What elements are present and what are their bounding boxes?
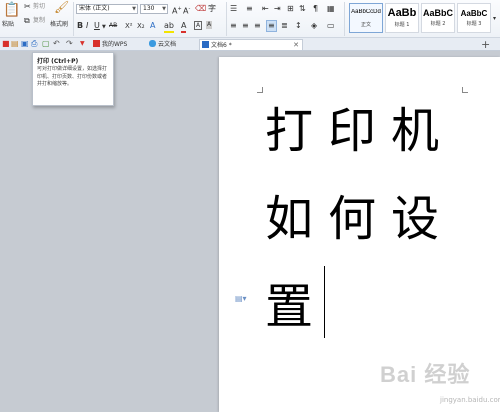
print-tooltip: 打印 (Ctrl+P) 可对打印做详细设置，如选择打印机、打印页数、打印份数或者… — [32, 52, 114, 106]
style-sample: AaBbCcDd — [351, 9, 381, 15]
style-sample: AaBb — [387, 7, 417, 19]
style-heading-3[interactable]: AaBbC 标题 3 — [457, 3, 491, 33]
justify-icon[interactable]: ≡ — [266, 20, 277, 32]
cloud-icon — [149, 40, 156, 47]
style-name: 正文 — [360, 22, 371, 28]
cut-button-label[interactable]: 剪切 — [33, 3, 45, 11]
style-gallery-more-icon[interactable]: ▾ — [493, 14, 496, 24]
chevron-down-icon[interactable]: ▼ — [102, 22, 106, 32]
font-size-value: 130 — [143, 5, 155, 12]
subscript-icon[interactable]: X₂ — [137, 21, 145, 31]
shading-icon[interactable]: ◈ — [311, 21, 317, 31]
chinese-layout-icon[interactable]: ⊞ — [287, 4, 294, 14]
ribbon-divider — [226, 2, 227, 36]
document-text-line[interactable]: 如何设 — [265, 193, 454, 245]
document-text-line[interactable]: 置 — [265, 281, 328, 333]
superscript-icon[interactable]: X² — [125, 21, 133, 31]
crop-mark — [257, 87, 263, 93]
style-normal[interactable]: AaBbCcDd 正文 — [349, 3, 383, 33]
tab-label: 云文档 — [158, 41, 177, 48]
tooltip-description: 可对打印做详细设置，如选择打印机、打印页数、打印份数或者并打和缩放等。 — [37, 66, 108, 87]
print-preview-icon[interactable]: ▢ — [42, 39, 50, 49]
bold-icon[interactable]: B — [77, 21, 83, 31]
tab-cloud-docs[interactable]: 云文档 — [147, 39, 199, 50]
distribute-icon[interactable]: ≣ — [281, 21, 288, 31]
tooltip-title: 打印 (Ctrl+P) — [37, 58, 79, 65]
align-left-icon[interactable]: ≡ — [230, 21, 237, 31]
align-center-icon[interactable]: ≡ — [242, 21, 249, 31]
close-icon[interactable]: ✕ — [293, 40, 299, 51]
increase-indent-icon[interactable]: ⇥ — [274, 4, 281, 14]
tab-label: 我的WPS — [102, 41, 128, 48]
font-size-select[interactable]: 130 ▼ — [140, 4, 168, 14]
ribbon-divider — [73, 2, 74, 36]
tab-my-wps[interactable]: 我的WPS — [91, 39, 147, 50]
undo-icon[interactable]: ↶ — [53, 39, 60, 49]
char-shading-icon[interactable]: A — [206, 21, 213, 29]
show-marks-icon[interactable]: ¶ — [313, 4, 318, 14]
align-right-icon[interactable]: ≡ — [254, 21, 261, 31]
border-icon[interactable]: ▭ — [327, 21, 335, 31]
print-icon[interactable]: ⎙ — [31, 39, 37, 49]
style-sample: AaBbC — [422, 8, 453, 18]
save-icon[interactable]: ▣ — [21, 39, 29, 49]
crop-mark — [462, 87, 468, 93]
style-name: 标题 1 — [394, 22, 410, 28]
document-text-line[interactable]: 打印机 — [265, 105, 454, 157]
style-heading-2[interactable]: AaBbC 标题 2 — [421, 3, 455, 33]
phonetic-icon[interactable]: 字 — [208, 4, 216, 14]
style-name: 标题 3 — [466, 21, 482, 27]
numbered-list-icon[interactable]: ≡ — [246, 4, 253, 14]
font-name-select[interactable]: 宋体 (正文) ▼ — [76, 4, 138, 14]
watermark-url: jingyan.baidu.com — [440, 396, 500, 404]
ribbon-divider — [344, 2, 345, 36]
writer-doc-icon — [202, 41, 209, 48]
table-icon[interactable]: ▦ — [327, 4, 335, 14]
format-painter-icon[interactable]: 🖌 — [54, 1, 69, 13]
baidu-watermark: Bai 经验 — [380, 362, 471, 387]
style-heading-1[interactable]: AaBb 标题 1 — [385, 3, 419, 33]
sort-icon[interactable]: ⇅ — [299, 4, 306, 14]
tab-bar: ■ ▤ ▣ ⎙ ▢ ↶ ↷ ▼ 我的WPS 云文档 文档6 * ✕ + — [0, 38, 500, 51]
copy-icon[interactable]: ⧉ — [24, 16, 30, 26]
paste-button-label[interactable]: 粘贴 — [2, 21, 14, 29]
format-painter-label[interactable]: 格式刷 — [50, 21, 68, 29]
clear-format-icon[interactable]: ⌫ — [195, 4, 206, 14]
wps-menu-icon[interactable]: ■ — [2, 39, 10, 49]
shrink-font-icon[interactable]: A- — [183, 4, 190, 17]
style-name: 标题 2 — [430, 21, 446, 27]
bullet-list-icon[interactable]: ☰ — [230, 4, 237, 14]
tab-document-6[interactable]: 文档6 * ✕ — [199, 39, 303, 50]
cut-icon[interactable]: ✂ — [24, 2, 31, 12]
line-spacing-icon[interactable]: ↕ — [295, 21, 302, 31]
underline-icon[interactable]: U — [94, 21, 100, 31]
char-border-icon[interactable]: A — [194, 21, 203, 30]
copy-button-label[interactable]: 复制 — [33, 17, 45, 25]
chevron-down-icon: ▼ — [162, 6, 166, 12]
chevron-down-icon: ▼ — [132, 6, 136, 12]
paste-icon[interactable]: 📋 — [3, 3, 20, 17]
style-sample: AaBbC — [460, 9, 488, 18]
strikethrough-icon[interactable]: AB — [109, 21, 117, 31]
font-name-value: 宋体 (正文) — [79, 5, 110, 12]
customize-quick-access-icon[interactable]: ▼ — [80, 39, 85, 49]
text-cursor — [324, 266, 325, 338]
open-icon[interactable]: ▤ — [11, 39, 19, 49]
redo-icon[interactable]: ↷ — [66, 39, 73, 49]
decrease-indent-icon[interactable]: ⇤ — [262, 4, 269, 14]
new-tab-button[interactable]: + — [479, 39, 493, 50]
wps-logo-icon — [93, 40, 100, 47]
highlight-icon[interactable]: ab — [164, 21, 174, 33]
italic-icon[interactable]: I — [86, 21, 88, 31]
paragraph-handle-icon[interactable]: ▤▾ — [235, 294, 247, 303]
home-ribbon: 📋 粘贴 ✂ 剪切 ⧉ 复制 🖌 格式刷 宋体 (正文) ▼ 130 ▼ A+ … — [0, 0, 500, 38]
grow-font-icon[interactable]: A+ — [172, 4, 182, 17]
font-color-icon[interactable]: A — [181, 21, 187, 33]
text-effect-icon[interactable]: A — [150, 21, 155, 31]
tab-label: 文档6 * — [211, 42, 232, 49]
